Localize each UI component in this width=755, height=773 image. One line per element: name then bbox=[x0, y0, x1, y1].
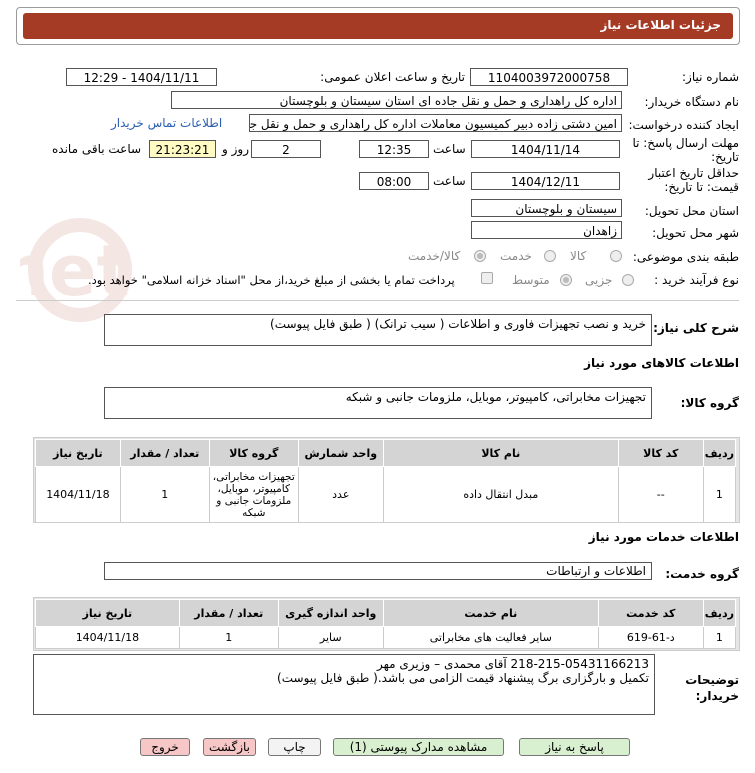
services-section-title: اطلاعات خدمات مورد نیاز bbox=[588, 530, 739, 544]
goods-cell-code: -- bbox=[617, 466, 704, 523]
page-title: جزئیات اطلاعات نیاز bbox=[600, 18, 721, 32]
goods-col-unit: واحد شمارش bbox=[297, 439, 384, 467]
process-option-minor: جزیی bbox=[585, 273, 613, 287]
goods-cell-date: 1404/11/18 bbox=[35, 466, 121, 523]
need-desc-box: خرید و نصب تجهیزات فاوری و اطلاعات ( سیب… bbox=[104, 314, 652, 346]
services-group-box: اطلاعات و ارتباطات bbox=[104, 562, 652, 580]
city-field: زاهدان bbox=[471, 221, 622, 239]
buyer-notes-line1: 218-215-05431166213 آقای محمدی – وزیری م… bbox=[377, 657, 649, 671]
deadline-date-field: 1404/11/14 bbox=[471, 140, 620, 158]
goods-cell-group: تجهیزات مخابراتی، کامپیوتر، موبایل، ملزو… bbox=[208, 466, 299, 523]
validity-time-field: 08:00 bbox=[359, 172, 429, 190]
need-number-label: شماره نیاز: bbox=[682, 70, 739, 84]
goods-group-label: گروه کالا: bbox=[680, 396, 739, 410]
creator-label: ایجاد کننده درخواست: bbox=[628, 118, 739, 132]
goods-cell-row: 1 bbox=[702, 466, 737, 523]
services-col-date: تاریخ نیاز bbox=[35, 599, 180, 627]
category-radio-goods[interactable] bbox=[610, 250, 622, 262]
buyer-notes-line2: تکمیل و بارگزاری برگ پیشنهاد قیمت الزامی… bbox=[277, 671, 649, 685]
deadline-time-label: ساعت bbox=[433, 142, 466, 156]
page-header: جزئیات اطلاعات نیاز bbox=[16, 7, 740, 45]
goods-col-group: گروه کالا bbox=[208, 439, 299, 467]
table-row: 1 د-61-619 سایر فعالیت های مخابراتی سایر… bbox=[35, 626, 737, 649]
validity-label: حداقل تاریخ اعتبار قیمت: تا تاریخ: bbox=[648, 166, 739, 194]
services-col-qty: تعداد / مقدار bbox=[178, 599, 279, 627]
services-cell-date: 1404/11/18 bbox=[35, 626, 180, 649]
services-cell-name: سایر فعالیت های مخابراتی bbox=[382, 626, 599, 649]
services-group-label: گروه خدمت: bbox=[665, 567, 739, 581]
deadline-label: مهلت ارسال پاسخ: تا تاریخ: bbox=[632, 136, 739, 164]
goods-table: ردیف کد کالا نام کالا واحد شمارش گروه کا… bbox=[35, 439, 737, 523]
services-table: ردیف کد خدمت نام خدمت واحد اندازه گیری ت… bbox=[35, 599, 737, 649]
goods-col-code: کد کالا bbox=[617, 439, 704, 467]
services-col-code: کد خدمت bbox=[597, 599, 704, 627]
goods-group-box: تجهیزات مخابراتی، کامپیوتر، موبایل، ملزو… bbox=[104, 387, 652, 419]
services-col-row: ردیف bbox=[702, 599, 737, 627]
announce-field: 1404/11/11 - 12:29 bbox=[66, 68, 217, 86]
province-field: سیستان و بلوچستان bbox=[471, 199, 622, 217]
contact-buyer-link[interactable]: اطلاعات تماس خریدار bbox=[111, 116, 222, 130]
services-cell-code: د-61-619 bbox=[597, 626, 704, 649]
category-option-goods: کالا bbox=[570, 249, 587, 263]
services-col-unit: واحد اندازه گیری bbox=[277, 599, 384, 627]
process-radio-medium[interactable] bbox=[560, 274, 572, 286]
back-button[interactable]: بازگشت bbox=[203, 738, 256, 756]
exit-button[interactable]: خروج bbox=[140, 738, 190, 756]
goods-cell-unit: عدد bbox=[297, 466, 384, 523]
payment-note: پرداخت تمام یا بخشی از مبلغ خرید،از محل … bbox=[88, 273, 455, 287]
goods-col-qty: تعداد / مقدار bbox=[119, 439, 210, 467]
print-button[interactable]: چاپ bbox=[268, 738, 321, 756]
buyer-notes-box: 218-215-05431166213 آقای محمدی – وزیری م… bbox=[33, 654, 655, 715]
category-radio-both[interactable] bbox=[474, 250, 486, 262]
services-cell-row: 1 bbox=[702, 626, 737, 649]
category-radio-service[interactable] bbox=[544, 250, 556, 262]
goods-section-title: اطلاعات کالاهای مورد نیاز bbox=[584, 356, 739, 370]
goods-cell-name: مبدل انتقال داده bbox=[382, 466, 619, 523]
process-label: نوع فرآیند خرید : bbox=[654, 273, 739, 287]
remaining-label: ساعت باقی مانده bbox=[52, 142, 142, 156]
category-label: طبقه بندی موضوعی: bbox=[632, 250, 739, 264]
need-desc-label: شرح کلی نیاز: bbox=[653, 321, 739, 335]
city-label: شهر محل تحویل: bbox=[652, 226, 739, 240]
goods-col-row: ردیف bbox=[702, 439, 737, 467]
goods-col-name: نام کالا bbox=[382, 439, 619, 467]
reply-button[interactable]: پاسخ به نیاز bbox=[519, 738, 630, 756]
buyer-org-field: اداره کل راهداری و حمل و نقل جاده ای است… bbox=[171, 91, 622, 109]
payment-checkbox[interactable] bbox=[481, 272, 493, 284]
buyer-notes-label: توضیحات خریدار: bbox=[685, 673, 739, 703]
need-number-field: 1104003972000758 bbox=[470, 68, 628, 86]
validity-date-field: 1404/12/11 bbox=[471, 172, 620, 190]
services-col-name: نام خدمت bbox=[382, 599, 599, 627]
table-row: 1 -- مبدل انتقال داده عدد تجهیزات مخابرا… bbox=[35, 466, 737, 523]
days-field: 2 bbox=[251, 140, 321, 158]
announce-label: تاریخ و ساعت اعلان عمومی: bbox=[320, 70, 465, 84]
deadline-time-field: 12:35 bbox=[359, 140, 429, 158]
header-bar: جزئیات اطلاعات نیاز bbox=[23, 13, 733, 39]
validity-time-label: ساعت bbox=[433, 174, 466, 188]
process-radio-minor[interactable] bbox=[622, 274, 634, 286]
province-label: استان محل تحویل: bbox=[644, 204, 739, 218]
category-option-service: خدمت bbox=[500, 249, 532, 263]
goods-cell-qty: 1 bbox=[119, 466, 210, 523]
days-label: روز و bbox=[222, 142, 249, 156]
goods-col-date: تاریخ نیاز bbox=[35, 439, 121, 467]
buyer-org-label: نام دستگاه خریدار: bbox=[644, 95, 740, 109]
services-cell-unit: سایر bbox=[277, 626, 384, 649]
creator-field: امین دشتی زاده دبیر کمیسیون معاملات ادار… bbox=[249, 114, 622, 132]
view-docs-button[interactable]: مشاهده مدارک پیوستی (1) bbox=[333, 738, 504, 756]
services-cell-qty: 1 bbox=[178, 626, 279, 649]
section-divider bbox=[16, 300, 739, 301]
remaining-time-field: 21:23:21 bbox=[149, 140, 216, 158]
category-option-both: کالا/خدمت bbox=[408, 249, 461, 263]
process-option-medium: متوسط bbox=[512, 273, 550, 287]
